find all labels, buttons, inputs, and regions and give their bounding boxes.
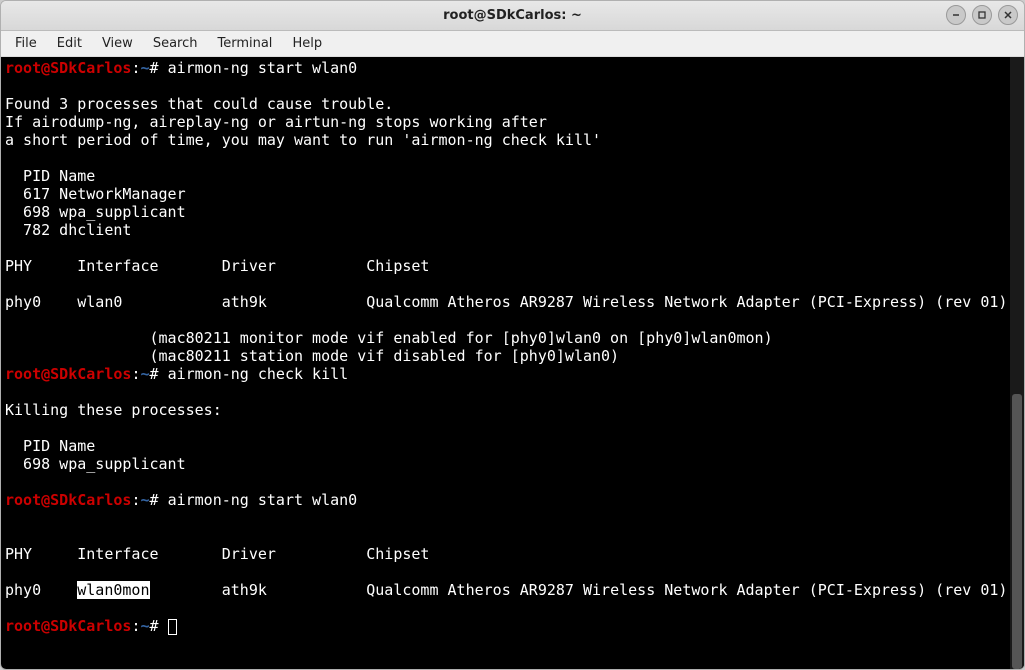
prompt-path: ~: [140, 59, 149, 77]
output-header: PHY Interface Driver Chipset: [5, 545, 429, 563]
command-text: airmon-ng start wlan0: [168, 59, 358, 77]
menu-view[interactable]: View: [94, 34, 141, 53]
terminal-area[interactable]: root@SDkCarlos:~# airmon-ng start wlan0 …: [1, 57, 1010, 669]
scrollbar-thumb[interactable]: [1012, 394, 1022, 669]
maximize-button[interactable]: [972, 5, 992, 25]
window-controls: [946, 5, 1018, 25]
command-text: airmon-ng start wlan0: [168, 491, 358, 509]
close-button[interactable]: [998, 5, 1018, 25]
prompt-hash: #: [150, 617, 159, 635]
prompt-path: ~: [140, 617, 149, 635]
command-text: airmon-ng check kill: [168, 365, 349, 383]
prompt-hash: #: [150, 491, 159, 509]
output-text: phy0: [5, 581, 77, 599]
menu-edit[interactable]: Edit: [49, 34, 90, 53]
minimize-button[interactable]: [946, 5, 966, 25]
prompt-user: root@SDkCarlos: [5, 491, 131, 509]
prompt-hash: #: [150, 59, 159, 77]
menu-search[interactable]: Search: [145, 34, 206, 53]
scrollbar[interactable]: [1010, 57, 1024, 669]
menu-file[interactable]: File: [7, 34, 45, 53]
titlebar[interactable]: root@SDkCarlos: ~: [1, 1, 1024, 31]
cursor-icon: [168, 619, 177, 635]
prompt-path: ~: [140, 365, 149, 383]
prompt-path: ~: [140, 491, 149, 509]
highlighted-interface: wlan0mon: [77, 581, 149, 599]
output-block: Found 3 processes that could cause troub…: [5, 95, 1007, 365]
prompt-user: root@SDkCarlos: [5, 617, 131, 635]
terminal-window: root@SDkCarlos: ~ File Edit View Search …: [0, 0, 1025, 670]
output-block: Killing these processes: PID Name 698 wp…: [5, 401, 222, 473]
menubar: File Edit View Search Terminal Help: [1, 31, 1024, 57]
menu-help[interactable]: Help: [284, 34, 330, 53]
menu-terminal[interactable]: Terminal: [209, 34, 280, 53]
output-text: ath9k Qualcomm Atheros AR9287 Wireless N…: [150, 581, 1008, 599]
window-title: root@SDkCarlos: ~: [1, 8, 1024, 23]
scrollbar-track[interactable]: [1010, 57, 1024, 669]
terminal-wrap: root@SDkCarlos:~# airmon-ng start wlan0 …: [1, 57, 1024, 669]
prompt-user: root@SDkCarlos: [5, 59, 131, 77]
prompt-user: root@SDkCarlos: [5, 365, 131, 383]
prompt-hash: #: [150, 365, 159, 383]
